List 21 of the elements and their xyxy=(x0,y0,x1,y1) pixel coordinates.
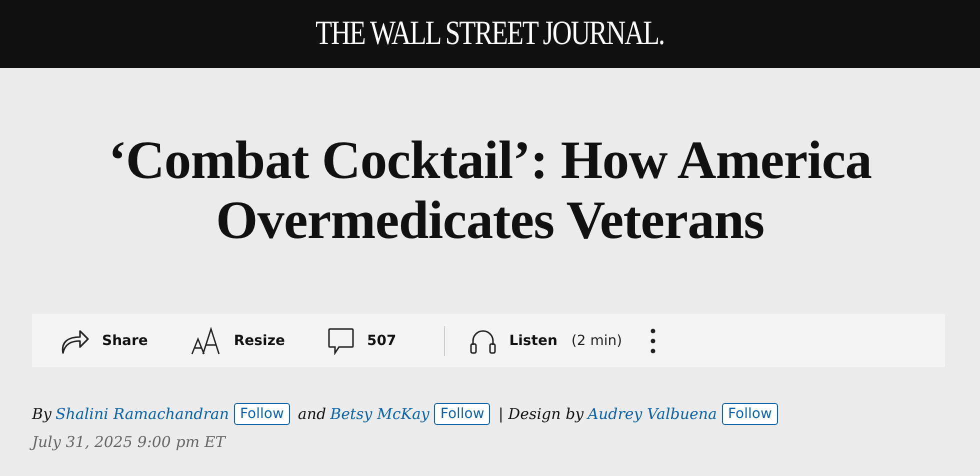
site-logo[interactable]: THE WALL STREET JOURNAL. xyxy=(316,15,664,53)
more-button[interactable] xyxy=(650,328,656,354)
follow-button[interactable]: Follow xyxy=(234,403,290,425)
byline-text: | Design by xyxy=(498,405,584,423)
more-options-icon xyxy=(650,328,656,354)
follow-button[interactable]: Follow xyxy=(434,403,490,425)
resize-button[interactable]: Resize xyxy=(190,326,285,354)
share-arrow-icon xyxy=(60,328,90,354)
byline-text: and xyxy=(298,405,326,423)
share-button[interactable]: Share xyxy=(60,328,148,354)
author-link[interactable]: Audrey Valbuena xyxy=(588,405,717,423)
headline: ‘Combat Cocktail’: How America Overmedicates Veterans xyxy=(107,130,873,250)
byline-text: By xyxy=(32,405,52,423)
listen-button[interactable]: Listen (2 min) xyxy=(469,326,622,354)
comments-button[interactable]: 507 xyxy=(326,326,396,354)
follow-button[interactable]: Follow xyxy=(722,403,778,425)
author-link[interactable]: Betsy McKay xyxy=(330,405,430,423)
text-size-icon xyxy=(190,326,222,354)
publish-date: July 31, 2025 9:00 pm ET xyxy=(32,433,980,451)
author-link[interactable]: Shalini Ramachandran xyxy=(56,405,229,423)
speech-bubble-icon xyxy=(326,326,355,354)
